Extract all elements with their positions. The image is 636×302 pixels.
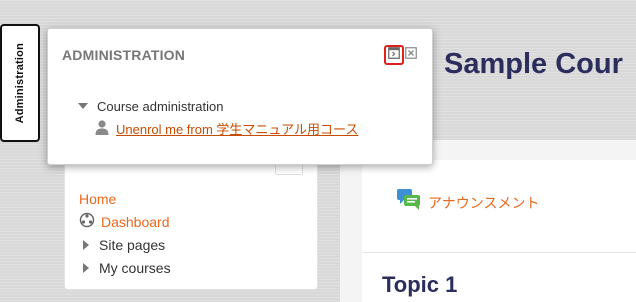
course-title: Sample Cour bbox=[444, 48, 623, 80]
dock-tab-label: Administration bbox=[14, 42, 26, 124]
section-divider bbox=[362, 252, 636, 253]
close-button[interactable] bbox=[405, 46, 417, 64]
forum-icon bbox=[396, 188, 422, 217]
nav-item-home[interactable]: Home bbox=[79, 187, 171, 210]
tree-node-unenrol[interactable]: Unenrol me from 学生マニュアル用コース bbox=[94, 117, 358, 139]
nav-item-site-pages[interactable]: Site pages bbox=[79, 233, 171, 256]
administration-title: ADMINISTRATION bbox=[62, 47, 186, 63]
undock-button[interactable] bbox=[384, 45, 404, 65]
topic-title: Topic 1 bbox=[382, 272, 458, 297]
dock-tab-administration[interactable]: Administration bbox=[0, 24, 40, 142]
chevron-right-icon bbox=[83, 239, 89, 250]
dashboard-icon bbox=[79, 212, 95, 231]
announcement-activity[interactable]: アナウンスメント bbox=[396, 188, 539, 217]
nav-home-link[interactable]: Home bbox=[79, 191, 116, 207]
nav-dashboard-link[interactable]: Dashboard bbox=[101, 214, 170, 230]
undock-icon bbox=[388, 46, 400, 64]
admin-tree: Course administration Unenrol me from 学生… bbox=[78, 95, 358, 139]
unenrol-link[interactable]: Unenrol me from 学生マニュアル用コース bbox=[116, 119, 358, 138]
nav-my-courses-label[interactable]: My courses bbox=[99, 260, 171, 276]
chevron-down-icon bbox=[78, 103, 88, 109]
chevron-right-icon bbox=[83, 262, 89, 273]
navigation-list: Home Dashboard Site pages My courses bbox=[79, 187, 171, 279]
tree-node-label[interactable]: Course administration bbox=[97, 99, 223, 114]
announcement-link[interactable]: アナウンスメント bbox=[428, 193, 539, 213]
nav-site-pages-label[interactable]: Site pages bbox=[99, 237, 165, 253]
nav-item-dashboard[interactable]: Dashboard bbox=[79, 210, 171, 233]
navigation-block: Home Dashboard Site pages My courses bbox=[64, 150, 318, 290]
administration-panel: ADMINISTRATION Course administration Une… bbox=[47, 28, 433, 165]
nav-item-my-courses[interactable]: My courses bbox=[79, 256, 171, 279]
tree-node-course-administration[interactable]: Course administration bbox=[78, 95, 358, 117]
close-icon bbox=[405, 46, 417, 64]
user-icon bbox=[94, 119, 110, 138]
